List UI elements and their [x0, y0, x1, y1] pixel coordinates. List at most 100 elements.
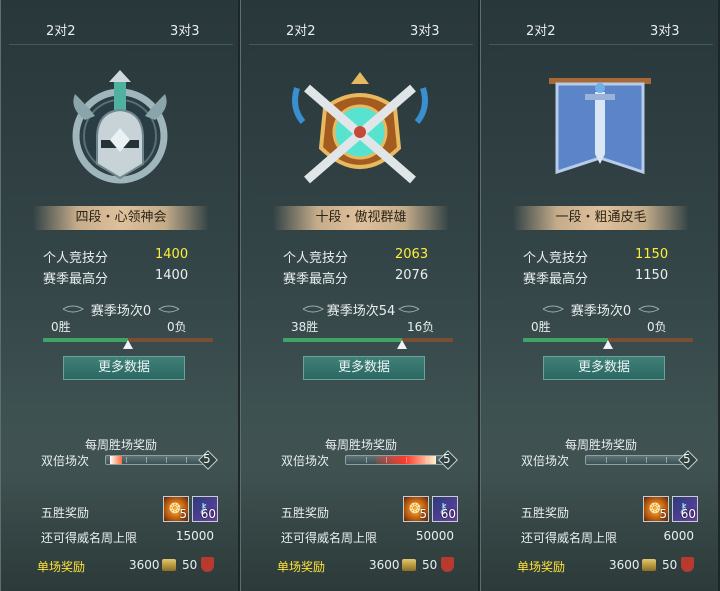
- personal-score-value: 2063: [395, 247, 429, 262]
- item-b-count: 60: [680, 507, 696, 521]
- win-ratio-marker-icon: [603, 340, 613, 349]
- double-matches-fill: [110, 456, 122, 464]
- shield-icon: [681, 557, 694, 572]
- season-matches: 赛季场次54: [326, 304, 396, 319]
- gold-crossed-swords-emblem-icon: [285, 68, 435, 198]
- double-matches-count: 5: [443, 452, 451, 466]
- double-matches-label: 双倍场次: [41, 454, 90, 468]
- win-ratio-fill: [523, 338, 608, 342]
- more-data-button[interactable]: 更多数据: [63, 356, 185, 380]
- blue-key-icon[interactable]: ⚷ 60: [192, 496, 218, 522]
- shield-icon: [201, 557, 214, 572]
- double-matches-label: 双倍场次: [281, 454, 330, 468]
- ranking-panel-0: 2对2 3对3 四段・心领神会 个人竞技分 1400 赛季最高分 1400 赛季…: [0, 0, 240, 591]
- losses-count: 0负: [167, 320, 187, 334]
- double-matches-bar: [105, 455, 205, 465]
- weekly-reward-title: 每周胜场奖励: [324, 438, 397, 452]
- fame-cap-value: 15000: [175, 529, 214, 543]
- single-reward-shield-value: 50: [662, 558, 678, 572]
- single-reward-coin-value: 3600: [609, 558, 640, 572]
- tabs-divider: [9, 44, 233, 45]
- tabs-divider: [249, 44, 473, 45]
- mode-tabs: 2对2 3对3: [481, 20, 720, 42]
- personal-score-value: 1400: [155, 247, 189, 262]
- coin-icon: [162, 559, 176, 571]
- blue-key-icon[interactable]: ⚷ 60: [432, 496, 458, 522]
- win-ratio-marker-icon: [123, 340, 133, 349]
- single-reward-label: 单场奖励: [37, 560, 86, 574]
- personal-score-value: 1150: [635, 247, 669, 262]
- fame-cap-value: 6000: [663, 529, 694, 543]
- personal-score-label: 个人竞技分: [283, 251, 349, 266]
- tab-2v2[interactable]: 2对2: [46, 20, 76, 39]
- coin-icon: [642, 559, 656, 571]
- season-best-label: 赛季最高分: [43, 272, 109, 287]
- single-reward-coin-value: 3600: [369, 558, 400, 572]
- mode-tabs: 2对2 3对3: [241, 20, 481, 42]
- single-reward-label: 单场奖励: [277, 560, 326, 574]
- single-reward-label: 单场奖励: [517, 560, 566, 574]
- item-a-count: 5: [419, 507, 427, 521]
- double-matches-count: 5: [203, 452, 211, 466]
- ranking-panel-2: 2对2 3对3 一段・粗通皮毛 个人竞技分 1150 赛季最高分 1150 赛季…: [480, 0, 720, 591]
- coin-icon: [402, 559, 416, 571]
- win-ratio-fill: [283, 338, 402, 342]
- weekly-reward-title: 每周胜场奖励: [564, 438, 637, 452]
- mode-tabs: 2对2 3对3: [1, 20, 241, 42]
- season-best-label: 赛季最高分: [523, 272, 589, 287]
- personal-score-label: 个人竞技分: [43, 251, 109, 266]
- fire-scroll-icon[interactable]: ❂ 5: [163, 496, 189, 522]
- double-matches-count: 5: [683, 452, 691, 466]
- item-b-count: 60: [200, 507, 216, 521]
- single-reward-shield-value: 50: [422, 558, 438, 572]
- win-ratio-fill: [43, 338, 128, 342]
- wins-count: 0胜: [51, 320, 71, 334]
- five-win-reward-label: 五胜奖励: [41, 506, 90, 520]
- rank-title: 一段・粗通皮毛: [513, 206, 689, 230]
- season-matches: 赛季场次0: [90, 304, 152, 319]
- wins-count: 38胜: [291, 320, 319, 334]
- double-matches-bar: [585, 455, 685, 465]
- fire-scroll-icon[interactable]: ❂ 5: [403, 496, 429, 522]
- season-best-value: 2076: [395, 268, 429, 283]
- tab-3v3[interactable]: 3对3: [410, 20, 440, 39]
- season-best-value: 1400: [155, 268, 189, 283]
- season-best-value: 1150: [635, 268, 669, 283]
- item-a-count: 5: [659, 507, 667, 521]
- more-data-button[interactable]: 更多数据: [303, 356, 425, 380]
- more-data-button[interactable]: 更多数据: [543, 356, 665, 380]
- ranking-panel-1: 2对2 3对3 十段・傲视群雄 个人竞技分 2063 赛季最高分 2076 赛季…: [240, 0, 480, 591]
- double-matches-label: 双倍场次: [521, 454, 570, 468]
- blue-key-icon[interactable]: ⚷ 60: [672, 496, 698, 522]
- personal-score-label: 个人竞技分: [523, 251, 589, 266]
- blue-banner-sword-emblem-icon: [525, 68, 675, 198]
- five-win-reward-label: 五胜奖励: [281, 506, 330, 520]
- fire-scroll-icon[interactable]: ❂ 5: [643, 496, 669, 522]
- shield-icon: [441, 557, 454, 572]
- tab-2v2[interactable]: 2对2: [286, 20, 316, 39]
- double-matches-bar: [345, 455, 445, 465]
- five-win-reward-label: 五胜奖励: [521, 506, 570, 520]
- fame-cap-label: 还可得威名周上限: [41, 531, 138, 545]
- weekly-reward-title: 每周胜场奖励: [84, 438, 157, 452]
- season-best-label: 赛季最高分: [283, 272, 349, 287]
- win-loss-bar: [283, 338, 453, 342]
- fame-cap-value: 50000: [415, 529, 454, 543]
- rank-title: 十段・傲视群雄: [273, 206, 449, 230]
- tab-3v3[interactable]: 3对3: [170, 20, 200, 39]
- losses-count: 16负: [407, 320, 435, 334]
- rank-title: 四段・心领神会: [33, 206, 209, 230]
- wins-count: 0胜: [531, 320, 551, 334]
- tab-2v2[interactable]: 2对2: [526, 20, 556, 39]
- single-reward-shield-value: 50: [182, 558, 198, 572]
- fame-cap-label: 还可得威名周上限: [281, 531, 378, 545]
- fame-cap-label: 还可得威名周上限: [521, 531, 618, 545]
- win-ratio-marker-icon: [397, 340, 407, 349]
- item-b-count: 60: [440, 507, 456, 521]
- tab-3v3[interactable]: 3对3: [650, 20, 680, 39]
- tabs-divider: [489, 44, 713, 45]
- silver-helmet-emblem-icon: [45, 68, 195, 198]
- single-reward-coin-value: 3600: [129, 558, 160, 572]
- season-matches: 赛季场次0: [570, 304, 632, 319]
- losses-count: 0负: [647, 320, 667, 334]
